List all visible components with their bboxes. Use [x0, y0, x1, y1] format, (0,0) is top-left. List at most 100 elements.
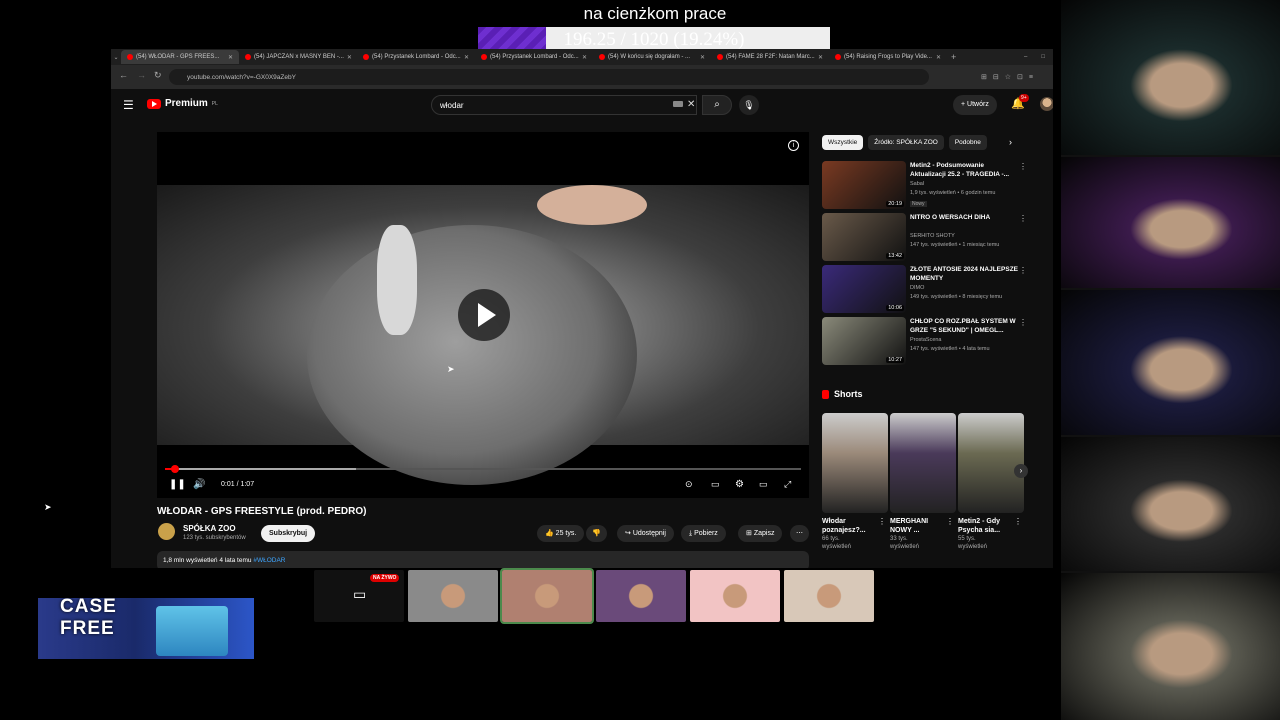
short-title[interactable]: Metin2 - Gdy Psycha sia...: [958, 517, 1014, 535]
like-button[interactable]: 👍 25 tys.: [537, 525, 585, 542]
youtube-favicon-icon: [717, 54, 723, 60]
recommended-title[interactable]: CHŁOP CO ROZ.PBAŁ SYSTEM W GRZE "5 SEKUN…: [910, 317, 1018, 335]
download-button[interactable]: ⤓ Pobierz: [681, 525, 726, 542]
filter-chip[interactable]: Wszystkie: [822, 135, 864, 150]
stream-tile[interactable]: [784, 570, 874, 622]
extension-icons[interactable]: ⊞⊟☆⊡≡: [981, 73, 1039, 81]
save-button[interactable]: ⊞ Zapisz: [738, 525, 783, 542]
browser-tab[interactable]: (54) Przystanek Lombard - Odc... ✕: [475, 50, 593, 64]
shorts-next-button[interactable]: ›: [1014, 464, 1028, 478]
close-tab-icon[interactable]: ✕: [347, 54, 352, 61]
menu-icon[interactable]: ☰: [123, 98, 134, 112]
stream-tile[interactable]: [690, 570, 780, 622]
new-tab-icon[interactable]: +: [951, 52, 956, 62]
kebab-menu-icon[interactable]: ⋮: [1019, 162, 1027, 171]
youtube-premium-logo[interactable]: Premium PL: [147, 98, 218, 109]
search-button[interactable]: ⌕: [702, 95, 732, 115]
recommended-channel[interactable]: ProstaScena: [910, 337, 942, 343]
browser-tab[interactable]: (54) Raising Frogs to Play Vide... ✕: [829, 50, 947, 64]
pause-icon[interactable]: ❚❚: [169, 479, 186, 490]
description-box[interactable]: 1,8 mln wyświetleń 4 lata temu #WŁODAR: [157, 551, 809, 568]
browser-tab[interactable]: (54) WŁODAR - GPS FREES... ✕: [121, 50, 239, 64]
short-thumbnail[interactable]: [890, 413, 956, 513]
close-tab-icon[interactable]: ✕: [228, 54, 233, 61]
close-tab-icon[interactable]: ✕: [936, 54, 941, 61]
short-item[interactable]: Metin2 - Gdy Psycha sia... 55 tys. wyświet…: [958, 413, 1024, 551]
stream-tile[interactable]: [500, 568, 594, 624]
close-tab-icon[interactable]: ✕: [582, 54, 587, 61]
stream-tile[interactable]: [596, 570, 686, 622]
video-thumbnail[interactable]: 10:27: [822, 317, 906, 365]
fullscreen-icon[interactable]: ⤢: [784, 479, 791, 490]
recommended-channel[interactable]: Sabal: [910, 181, 924, 187]
short-item[interactable]: MERGHANI NOWY ... 33 tys. wyświetleń ⋮: [890, 413, 956, 551]
short-title[interactable]: Włodar poznajesz?...: [822, 517, 878, 535]
minimize-icon[interactable]: –: [1024, 54, 1027, 60]
avatar[interactable]: [1040, 97, 1053, 111]
video-thumbnail[interactable]: 20:19: [822, 161, 906, 209]
mic-icon: 🎙: [743, 100, 755, 110]
subscribe-button[interactable]: Subskrybuj: [261, 525, 316, 542]
forward-icon[interactable]: →: [137, 70, 146, 80]
more-actions-button[interactable]: ⋯: [790, 525, 809, 542]
volume-icon[interactable]: 🔊: [193, 479, 205, 490]
recommended-title[interactable]: Metin2 - Podsumowanie Aktualizacji 25.2 …: [910, 161, 1018, 179]
stream-tile[interactable]: ▭ NA ŻYWO: [314, 570, 404, 622]
back-icon[interactable]: ←: [119, 70, 128, 80]
recommended-video[interactable]: 20:19 Metin2 - Podsumowanie Aktualizacji …: [822, 161, 1027, 211]
recommended-channel[interactable]: SERHITO SHOTY: [910, 233, 955, 239]
short-title[interactable]: MERGHANI NOWY ...: [890, 517, 946, 535]
browser-tab[interactable]: (54) JAPCZAN x MASNY BEN -... ✕: [239, 50, 357, 64]
video-thumbnail[interactable]: 13:42: [822, 213, 906, 261]
recommended-title[interactable]: ZŁOTE ANTOSIE 2024 NAJLEPSZE MOMENTY: [910, 265, 1018, 283]
short-thumbnail[interactable]: [958, 413, 1024, 513]
video-player[interactable]: i ❚❚ 🔊 0:01 / 1:07 ⊙ ▭ ⚙ ▭ ⤢: [157, 132, 809, 498]
kebab-menu-icon[interactable]: ⋮: [1014, 517, 1022, 526]
short-item[interactable]: Włodar poznajesz?... 66 tys. wyświetleń ⋮: [822, 413, 888, 551]
search-input[interactable]: włodar: [431, 95, 697, 115]
kebab-menu-icon[interactable]: ⋮: [1019, 266, 1027, 275]
close-tab-icon[interactable]: ✕: [818, 54, 823, 61]
seek-bar[interactable]: [165, 465, 801, 473]
theater-mode-icon[interactable]: ▭: [759, 479, 768, 490]
chevron-right-icon[interactable]: ›: [1009, 137, 1012, 147]
filter-chip[interactable]: Podobne: [948, 135, 987, 150]
autoplay-toggle[interactable]: ⊙: [685, 479, 693, 490]
browser-tab[interactable]: (54) FAME 28 F2F: Natan Marc... ✕: [711, 50, 829, 64]
create-button[interactable]: + Utwórz: [953, 95, 997, 115]
stream-tile[interactable]: [408, 570, 498, 622]
settings-gear-icon[interactable]: ⚙: [735, 479, 744, 490]
short-thumbnail[interactable]: [822, 413, 888, 513]
channel-avatar[interactable]: [158, 523, 175, 540]
channel-name[interactable]: SPÓŁKA ZOO: [183, 524, 236, 533]
filter-chip[interactable]: Źródło: SPÓŁKA ZOO: [868, 135, 944, 150]
hashtag-link[interactable]: #WŁODAR: [253, 557, 285, 564]
browser-tab[interactable]: (54) Przystanek Lombard - Odc... ✕: [357, 50, 475, 64]
voice-search-button[interactable]: 🎙: [739, 95, 759, 115]
recommended-video[interactable]: 10:27 CHŁOP CO ROZ.PBAŁ SYSTEM W GRZE "5 …: [822, 317, 1027, 367]
url-field[interactable]: youtube.com/watch?v=-GX0X9aZebY: [169, 69, 929, 85]
dislike-button[interactable]: 👎: [586, 525, 607, 542]
recommended-title[interactable]: NITRO O WERSACH DIHA: [910, 213, 1018, 222]
recommended-channel[interactable]: DIMO: [910, 285, 924, 291]
browser-tab[interactable]: (54) W końcu się dograłam - ... ✕: [593, 50, 711, 64]
info-icon[interactable]: i: [788, 140, 799, 151]
kebab-menu-icon[interactable]: ⋮: [878, 517, 886, 526]
reload-icon[interactable]: ↻: [154, 70, 162, 81]
video-thumbnail[interactable]: 10:06: [822, 265, 906, 313]
play-button[interactable]: [458, 289, 510, 341]
kebab-menu-icon[interactable]: ⋮: [1019, 318, 1027, 327]
share-button[interactable]: ↪ Udostępnij: [617, 525, 674, 542]
seek-handle[interactable]: [170, 465, 179, 473]
kebab-menu-icon[interactable]: ⋮: [946, 517, 954, 526]
clear-search-icon[interactable]: ✕: [687, 99, 695, 110]
maximize-icon[interactable]: □: [1041, 54, 1045, 60]
kebab-menu-icon[interactable]: ⋮: [1019, 214, 1027, 223]
recommended-video[interactable]: 13:42 NITRO O WERSACH DIHA SERHITO SHOTY 14…: [822, 213, 1027, 263]
subtitles-icon[interactable]: ▭: [711, 479, 720, 490]
keyboard-icon[interactable]: [673, 101, 683, 107]
close-tab-icon[interactable]: ✕: [700, 54, 705, 61]
recommended-video[interactable]: 10:06 ZŁOTE ANTOSIE 2024 NAJLEPSZE MOMENT…: [822, 265, 1027, 315]
tab-list-icon[interactable]: ⌄: [111, 54, 121, 61]
close-tab-icon[interactable]: ✕: [464, 54, 469, 61]
